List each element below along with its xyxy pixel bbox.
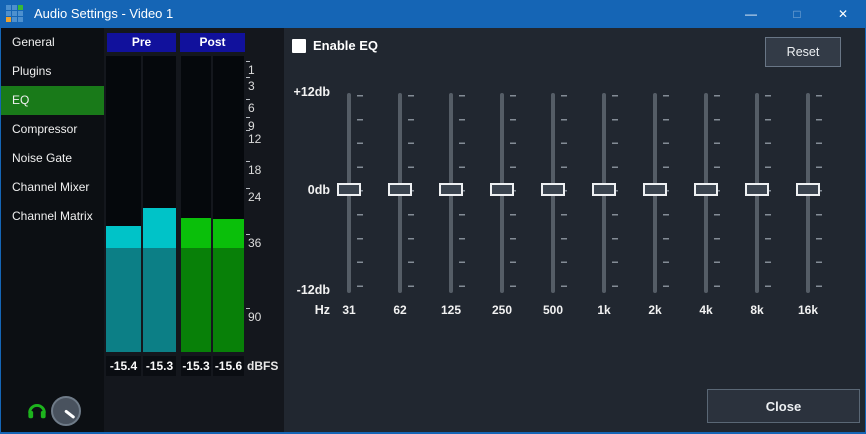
meter-value: -15.3	[181, 356, 211, 376]
enable-eq-checkbox[interactable]	[292, 39, 306, 53]
title-bar[interactable]: Audio Settings - Video 1 — □ ✕	[0, 0, 866, 28]
app-icon	[6, 5, 23, 22]
meter-channel	[181, 56, 211, 352]
eq-slider-thumb[interactable]	[337, 183, 361, 196]
eq-slider-thumb[interactable]	[796, 183, 820, 196]
app-icon-cell	[6, 17, 11, 22]
eq-slider-thumb[interactable]	[745, 183, 769, 196]
meter-scale-tick: 3	[248, 80, 255, 92]
eq-slider-thumb[interactable]	[643, 183, 667, 196]
meter-bar-peak	[106, 226, 141, 248]
eq-slider-thumb[interactable]	[592, 183, 616, 196]
enable-eq-label: Enable EQ	[313, 39, 378, 53]
maximize-icon: □	[793, 7, 800, 21]
meter-scale-tick: 24	[248, 191, 261, 203]
eq-band-freq-label: 500	[533, 303, 573, 317]
window-controls: — □ ✕	[728, 0, 866, 28]
meter-unit-label: dBFS	[247, 359, 278, 373]
post-meter-header: Post	[180, 33, 245, 52]
eq-band-slider-8k: 8k	[737, 86, 777, 326]
meter-scale-tick: 36	[248, 237, 261, 249]
meter-scale-tick: 12	[248, 133, 261, 145]
app-icon-cell	[12, 17, 17, 22]
meter-scale-tick: 1	[248, 64, 255, 76]
meter-bar	[181, 248, 211, 352]
eq-gain-bottom-label: -12db	[284, 283, 330, 297]
pre-meter-header: Pre	[107, 33, 176, 52]
eq-slider-thumb[interactable]	[388, 183, 412, 196]
eq-gain-mid-label: 0db	[284, 183, 330, 197]
meter-bar-peak	[143, 208, 176, 248]
eq-band-slider-16k: 16k	[788, 86, 828, 326]
eq-band-freq-label: 62	[380, 303, 420, 317]
eq-gain-top-label: +12db	[284, 85, 330, 99]
meter-scale-tick: 90	[248, 311, 261, 323]
window-title: Audio Settings - Video 1	[34, 0, 173, 28]
eq-band-slider-500: 500	[533, 86, 573, 326]
meter-scale-tick: 6	[248, 102, 255, 114]
eq-band-slider-4k: 4k	[686, 86, 726, 326]
minimize-button[interactable]: —	[728, 0, 774, 28]
close-button[interactable]: Close	[707, 389, 860, 423]
eq-band-freq-label: 16k	[788, 303, 828, 317]
sidebar-item-noise-gate[interactable]: Noise Gate	[0, 144, 104, 173]
app-icon-cell	[12, 5, 17, 10]
meter-bar-peak	[213, 219, 244, 248]
sidebar-item-channel-mixer[interactable]: Channel Mixer	[0, 173, 104, 202]
close-icon: ✕	[838, 7, 848, 21]
close-window-button[interactable]: ✕	[820, 0, 866, 28]
meter-channel	[143, 56, 176, 352]
eq-band-freq-label: 2k	[635, 303, 675, 317]
eq-slider-thumb[interactable]	[490, 183, 514, 196]
meter-channel	[106, 56, 141, 352]
app-icon-cell	[18, 11, 23, 16]
eq-band-freq-label: 8k	[737, 303, 777, 317]
eq-band-freq-label: 31	[329, 303, 369, 317]
settings-sidebar: General Plugins EQ Compressor Noise Gate…	[0, 28, 104, 434]
app-icon-cell	[18, 5, 23, 10]
meter-bar	[143, 248, 176, 352]
app-icon-cell	[12, 11, 17, 16]
eq-slider-thumb[interactable]	[439, 183, 463, 196]
eq-band-slider-2k: 2k	[635, 86, 675, 326]
eq-band-slider-31: 31	[329, 86, 369, 326]
eq-band-freq-label: 125	[431, 303, 471, 317]
eq-slider-thumb[interactable]	[541, 183, 565, 196]
eq-freq-unit-label: Hz	[284, 303, 330, 317]
eq-band-freq-label: 1k	[584, 303, 624, 317]
meter-value: -15.3	[143, 356, 176, 376]
knob-indicator	[64, 409, 75, 419]
meter-value: -15.4	[106, 356, 141, 376]
eq-band-freq-label: 4k	[686, 303, 726, 317]
sidebar-item-channel-matrix[interactable]: Channel Matrix	[0, 202, 104, 231]
reset-button[interactable]: Reset	[765, 37, 841, 67]
meter-bar	[213, 248, 244, 352]
eq-slider-thumb[interactable]	[694, 183, 718, 196]
meter-channel	[213, 56, 244, 352]
audio-settings-window: Audio Settings - Video 1 — □ ✕ General P…	[0, 0, 866, 434]
app-icon-cell	[18, 17, 23, 22]
minimize-icon: —	[745, 7, 757, 21]
eq-band-slider-62: 62	[380, 86, 420, 326]
meter-bar	[106, 248, 141, 352]
app-icon-cell	[6, 5, 11, 10]
sidebar-item-plugins[interactable]: Plugins	[0, 57, 104, 86]
app-icon-cell	[6, 11, 11, 16]
meter-scale-tick: 18	[248, 164, 261, 176]
meter-value: -15.6	[213, 356, 244, 376]
headphones-icon[interactable]	[26, 399, 48, 421]
sidebar-item-compressor[interactable]: Compressor	[0, 115, 104, 144]
maximize-button[interactable]: □	[774, 0, 820, 28]
meter-bar-peak	[181, 218, 211, 248]
eq-band-slider-1k: 1k	[584, 86, 624, 326]
sidebar-item-eq[interactable]: EQ	[0, 86, 104, 115]
sidebar-item-general[interactable]: General	[0, 28, 104, 57]
eq-band-slider-250: 250	[482, 86, 522, 326]
eq-band-freq-label: 250	[482, 303, 522, 317]
eq-band-slider-125: 125	[431, 86, 471, 326]
headphones-volume-knob[interactable]	[51, 396, 81, 426]
